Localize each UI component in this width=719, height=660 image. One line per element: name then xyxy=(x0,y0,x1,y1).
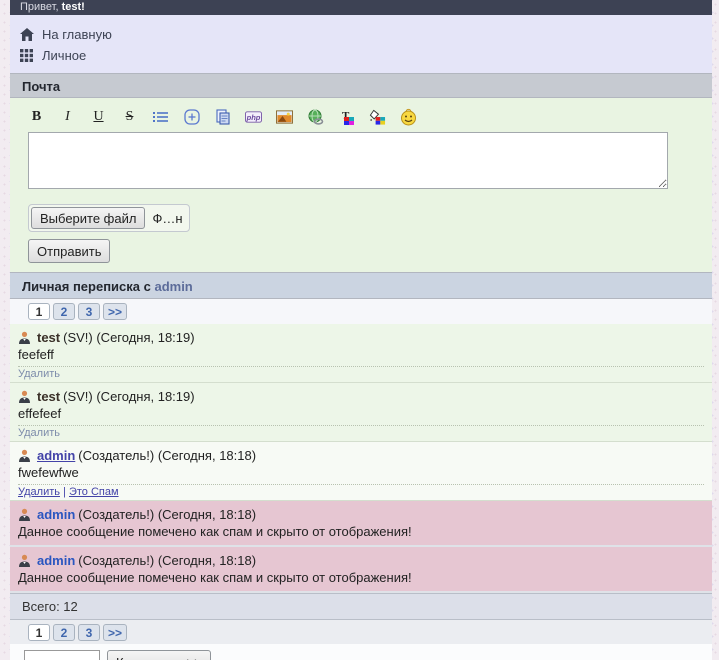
page-button-2[interactable]: 2 xyxy=(53,303,75,320)
greeting-bar: Привет, test! xyxy=(10,0,712,15)
spam-notice-text: Данное сообщение помечено как спам и скр… xyxy=(18,569,704,587)
message-row: test (SV!) (Сегодня, 18:19) effefeef Уда… xyxy=(10,383,712,442)
send-button[interactable]: Отправить xyxy=(28,239,110,263)
message-text: effefeef xyxy=(18,405,704,423)
bold-icon[interactable]: B xyxy=(28,109,45,126)
total-band: Всего: 12 xyxy=(10,593,712,619)
home-icon xyxy=(20,28,34,41)
delete-link[interactable]: Удалить xyxy=(18,427,60,439)
user-avatar-icon xyxy=(18,331,31,344)
compose-area: B I U S php T xyxy=(10,98,712,272)
list-icon[interactable] xyxy=(152,109,169,126)
page-button-next[interactable]: >> xyxy=(103,624,127,641)
page-button-1[interactable]: 1 xyxy=(28,303,50,320)
delete-link[interactable]: Удалить xyxy=(18,486,60,498)
message-username: test xyxy=(37,330,60,345)
pagination-bottom: 123>> xyxy=(10,619,712,644)
goto-page-button[interactable]: К странице >> xyxy=(107,650,211,660)
message-meta: (Создатель!) (Сегодня, 18:18) xyxy=(78,553,256,568)
message-text: fwefewfwe xyxy=(18,464,704,482)
message-meta: (SV!) (Сегодня, 18:19) xyxy=(63,389,194,404)
file-name-label: Ф…н xyxy=(152,211,182,226)
message-row-spam: admin (Создатель!) (Сегодня, 18:18) Данн… xyxy=(10,501,712,547)
thread-partner-link[interactable]: admin xyxy=(154,279,192,294)
goto-page-row: К странице >> xyxy=(10,644,712,660)
nav-item-label: На главную xyxy=(42,27,112,42)
file-input[interactable]: Выберите файл Ф…н xyxy=(28,204,190,232)
page-button-1[interactable]: 1 xyxy=(28,624,50,641)
message-meta: (Создатель!) (Сегодня, 18:18) xyxy=(78,448,256,463)
nav-item-personal[interactable]: Личное xyxy=(20,45,702,66)
goto-page-input[interactable] xyxy=(24,650,100,660)
nav-item-home[interactable]: На главную xyxy=(20,24,702,45)
smiley-icon[interactable] xyxy=(400,109,417,126)
strike-icon[interactable]: S xyxy=(121,109,138,126)
user-avatar-icon xyxy=(18,390,31,403)
message-row: test (SV!) (Сегодня, 18:19) feefeff Удал… xyxy=(10,324,712,383)
nav-item-label: Личное xyxy=(42,48,86,63)
message-text: feefeff xyxy=(18,346,704,364)
greeting-text: Привет, xyxy=(20,1,62,13)
format-toolbar: B I U S php T xyxy=(28,108,712,126)
user-avatar-icon xyxy=(18,554,31,567)
message-meta: (Создатель!) (Сегодня, 18:18) xyxy=(78,507,256,522)
message-meta: (SV!) (Сегодня, 18:19) xyxy=(63,330,194,345)
message-row: admin (Создатель!) (Сегодня, 18:18) fwef… xyxy=(10,442,712,501)
text-color-icon[interactable]: T xyxy=(338,109,355,126)
page-button-2[interactable]: 2 xyxy=(53,624,75,641)
user-avatar-icon xyxy=(18,508,31,521)
italic-icon[interactable]: I xyxy=(59,109,76,126)
spam-notice-text: Данное сообщение помечено как спам и скр… xyxy=(18,523,704,541)
underline-icon[interactable]: U xyxy=(90,109,107,126)
message-username-link[interactable]: admin xyxy=(37,448,75,463)
php-icon[interactable]: php xyxy=(245,109,262,126)
link-icon[interactable] xyxy=(307,109,324,126)
thread-title: Личная переписка с xyxy=(22,279,154,294)
message-textarea[interactable] xyxy=(28,132,668,189)
mail-section-title: Почта xyxy=(22,79,60,94)
thread-header: Личная переписка с admin xyxy=(10,272,712,299)
greeting-username: test! xyxy=(62,1,85,13)
message-username: test xyxy=(37,389,60,404)
page: Привет, test! На главную Личное xyxy=(10,0,712,660)
fill-color-icon[interactable] xyxy=(369,109,386,126)
page-button-3[interactable]: 3 xyxy=(78,303,100,320)
links-separator: | xyxy=(60,486,69,498)
choose-file-button[interactable]: Выберите файл xyxy=(31,207,145,229)
image-icon[interactable] xyxy=(276,109,293,126)
svg-text:php: php xyxy=(246,113,261,122)
message-username-link[interactable]: admin xyxy=(37,507,75,522)
page-button-next[interactable]: >> xyxy=(103,303,127,320)
grid-icon xyxy=(20,49,34,62)
message-row-spam: admin (Создатель!) (Сегодня, 18:18) Данн… xyxy=(10,547,712,593)
delete-link[interactable]: Удалить xyxy=(18,368,60,380)
nav: На главную Личное xyxy=(10,15,712,73)
pagination-top: 123>> xyxy=(10,299,712,324)
message-username-link[interactable]: admin xyxy=(37,553,75,568)
plus-icon[interactable] xyxy=(183,109,200,126)
spam-link[interactable]: Это Спам xyxy=(69,486,119,498)
total-label: Всего: 12 xyxy=(22,599,78,614)
user-avatar-icon xyxy=(18,449,31,462)
mail-section-header: Почта xyxy=(10,73,712,98)
page-button-3[interactable]: 3 xyxy=(78,624,100,641)
copy-icon[interactable] xyxy=(214,109,231,126)
